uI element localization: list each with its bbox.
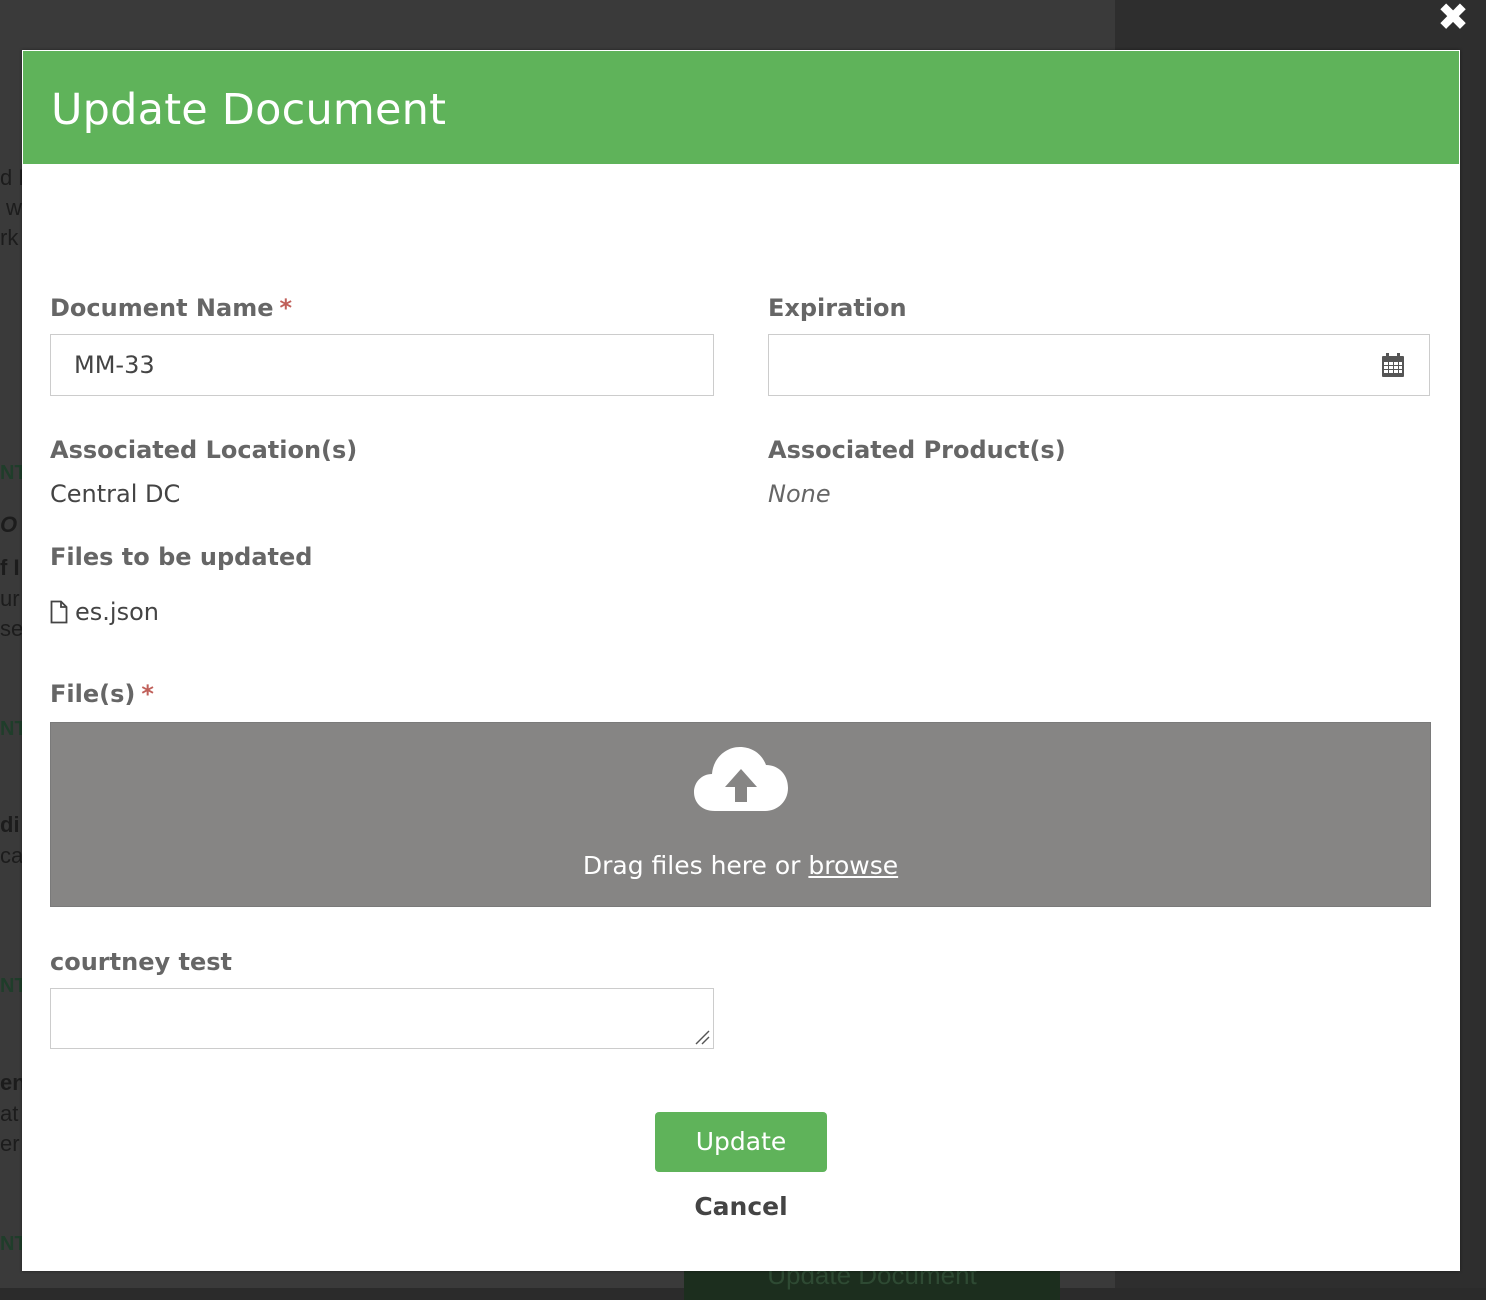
background-text: O	[0, 512, 18, 537]
background-text: er	[0, 1131, 20, 1156]
background-text: f I	[0, 555, 20, 580]
expiration-input[interactable]	[768, 334, 1430, 396]
required-mark: *	[279, 294, 293, 322]
required-mark: *	[141, 680, 154, 708]
document-name-input[interactable]: MM-33	[50, 334, 714, 396]
dropzone-prompt: Drag files here or	[582, 851, 801, 880]
background-text: rk	[0, 225, 19, 250]
files-to-be-updated-label: Files to be updated	[50, 543, 313, 571]
resize-handle-icon[interactable]	[694, 1029, 710, 1045]
cloud-upload-icon	[694, 747, 788, 811]
background-text: at	[0, 1101, 19, 1126]
file-icon	[50, 600, 68, 624]
dropzone-text: Drag files here or browse	[51, 851, 1430, 880]
background-text: di	[0, 812, 20, 837]
background-text: ca	[0, 843, 24, 868]
files-label-text: File(s)	[50, 680, 136, 708]
browse-link[interactable]: browse	[808, 851, 898, 880]
associated-locations-label: Associated Location(s)	[50, 436, 358, 464]
document-name-value: MM-33	[74, 351, 155, 379]
update-document-modal: Update Document Document Name * MM-33 Exp…	[22, 50, 1460, 1271]
modal-header: Update Document	[23, 51, 1459, 164]
courtney-test-label: courtney test	[50, 948, 232, 976]
document-name-label: Document Name *	[50, 294, 292, 322]
associated-products-label: Associated Product(s)	[768, 436, 1066, 464]
background-update-document-button: Update Document	[684, 1270, 1060, 1300]
update-button[interactable]: Update	[655, 1112, 827, 1172]
file-list-item: es.json	[75, 598, 159, 626]
modal-title: Update Document	[51, 85, 447, 135]
associated-locations-value: Central DC	[50, 480, 181, 508]
associated-products-value: None	[768, 480, 831, 508]
background-text: ur	[0, 586, 20, 611]
files-label: File(s) *	[50, 680, 154, 708]
background-text: w	[6, 195, 22, 220]
expiration-label: Expiration	[768, 294, 907, 322]
background-text: se	[0, 616, 24, 641]
calendar-icon[interactable]	[1381, 352, 1405, 378]
cancel-button[interactable]: Cancel	[655, 1192, 827, 1226]
file-dropzone[interactable]: Drag files here or browse	[50, 722, 1431, 907]
close-icon[interactable]: ✖	[1436, 0, 1470, 36]
courtney-test-textarea[interactable]	[50, 988, 714, 1049]
document-name-label-text: Document Name	[50, 294, 274, 322]
